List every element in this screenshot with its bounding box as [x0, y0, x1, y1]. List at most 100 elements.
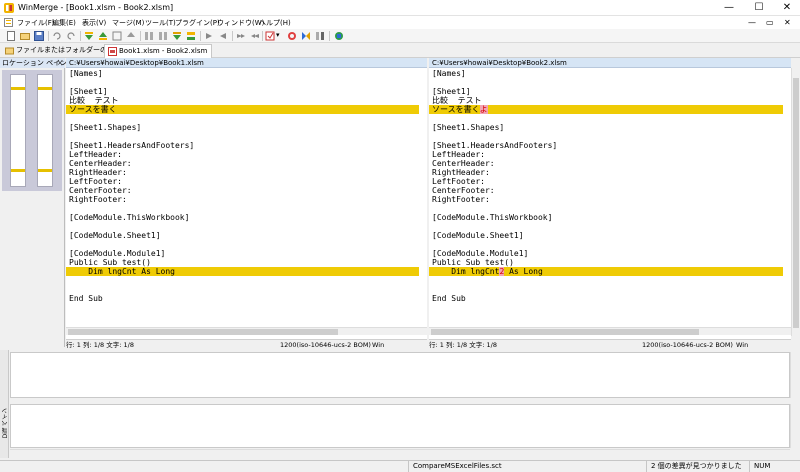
menu-edit[interactable]: 編集(E) — [52, 18, 76, 28]
code-line[interactable] — [66, 285, 419, 294]
next-diff-icon[interactable] — [84, 31, 94, 41]
diff-pane-right-view[interactable] — [10, 404, 790, 448]
code-line[interactable]: LeftFooter: — [66, 177, 419, 186]
code-line[interactable] — [429, 222, 783, 231]
plugin-icon[interactable] — [334, 31, 344, 41]
code-line[interactable] — [429, 204, 783, 213]
diff-pane-left-view[interactable] — [10, 352, 790, 398]
arrow-right-icon[interactable] — [204, 31, 214, 41]
location-overview[interactable] — [2, 70, 62, 191]
menu-view[interactable]: 表示(V) — [82, 18, 106, 28]
code-line[interactable] — [66, 240, 419, 249]
left-file-pane[interactable]: C:¥Users¥howai¥Desktop¥Book1.xlsm [Names… — [66, 58, 427, 347]
menu-file[interactable]: ファイル(F) — [17, 18, 55, 28]
code-line[interactable]: [Names] — [429, 69, 783, 78]
code-line[interactable]: Public Sub test() — [429, 258, 783, 267]
diff-line[interactable]: Dim lngCnt2 As Long — [429, 267, 783, 276]
prev-diff-icon[interactable] — [98, 31, 108, 41]
code-line[interactable]: [CodeModule.Module1] — [429, 249, 783, 258]
right-file-pane[interactable]: C:¥Users¥howai¥Desktop¥Book2.xlsm [Names… — [429, 58, 791, 347]
code-line[interactable] — [66, 222, 419, 231]
code-line[interactable]: LeftHeader: — [66, 150, 419, 159]
code-line[interactable] — [429, 132, 783, 141]
menu-tools[interactable]: ツール(T) — [145, 18, 176, 28]
code-line[interactable]: RightFooter: — [66, 195, 419, 204]
undo-icon[interactable] — [52, 31, 62, 41]
close-icon[interactable]: × — [57, 58, 63, 68]
document-icon[interactable] — [4, 18, 13, 27]
options-icon[interactable] — [265, 31, 275, 41]
code-line[interactable]: Public Sub test() — [66, 258, 419, 267]
last-diff-icon[interactable] — [172, 31, 182, 41]
code-line[interactable] — [429, 285, 783, 294]
diff-pane-scrollbar[interactable] — [790, 352, 799, 398]
code-line[interactable] — [429, 240, 783, 249]
diff-pane-scrollbar[interactable] — [790, 404, 799, 448]
scroll-thumb[interactable] — [431, 329, 699, 335]
code-line[interactable]: [CodeModule.Sheet1] — [66, 231, 419, 240]
new-file-icon[interactable] — [6, 31, 16, 41]
code-line[interactable]: [Sheet1.HeadersAndFooters] — [429, 141, 783, 150]
refresh-icon[interactable] — [287, 31, 297, 41]
menu-help[interactable]: ヘルプ(H) — [259, 18, 291, 28]
code-line[interactable]: [CodeModule.ThisWorkbook] — [429, 213, 783, 222]
code-line[interactable]: RightHeader: — [429, 168, 783, 177]
code-line[interactable]: End Sub — [429, 294, 783, 303]
code-line[interactable]: [CodeModule.ThisWorkbook] — [66, 213, 419, 222]
code-line[interactable]: CenterFooter: — [66, 186, 419, 195]
code-line[interactable]: [Sheet1] — [66, 87, 419, 96]
mdi-close-button[interactable]: ✕ — [784, 18, 791, 27]
diff-line[interactable]: ソースを書くよ — [429, 105, 783, 114]
vertical-scrollbar[interactable] — [791, 68, 799, 336]
mdi-restore-button[interactable]: ▭ — [766, 18, 774, 27]
code-line[interactable]: RightFooter: — [429, 195, 783, 204]
mdi-minimize-button[interactable]: — — [748, 18, 756, 27]
copy-all-left-icon[interactable] — [250, 31, 260, 41]
code-line[interactable]: CenterHeader: — [66, 159, 419, 168]
code-line[interactable] — [66, 204, 419, 213]
left-code-view[interactable]: [Names] [Sheet1] 比較 テスト ソースを書く [Sheet1.Shape… — [66, 69, 419, 303]
diff-pane-horizontal-scrollbar[interactable] — [10, 449, 790, 456]
right-code-view[interactable]: [Names] [Sheet1] 比較 テスト ソースを書くよ [Sheet1.Shap… — [429, 69, 783, 303]
compare-icon[interactable] — [301, 31, 311, 41]
menu-plugins[interactable]: プラグイン(P) — [175, 18, 220, 28]
current-diff-icon[interactable] — [112, 31, 122, 41]
first-diff-icon[interactable] — [126, 31, 136, 41]
code-line[interactable] — [429, 78, 783, 87]
code-line[interactable]: [Sheet1.HeadersAndFooters] — [66, 141, 419, 150]
code-line[interactable] — [66, 114, 419, 123]
code-line[interactable]: [CodeModule.Sheet1] — [429, 231, 783, 240]
code-line[interactable] — [429, 276, 783, 285]
menu-window[interactable]: ウィンドウ(W) — [217, 18, 264, 28]
redo-icon[interactable] — [66, 31, 76, 41]
code-line[interactable] — [66, 78, 419, 87]
code-line[interactable]: LeftHeader: — [429, 150, 783, 159]
code-line[interactable]: RightHeader: — [66, 168, 419, 177]
code-line[interactable] — [429, 114, 783, 123]
code-line[interactable]: [CodeModule.Module1] — [66, 249, 419, 258]
options-dropdown-icon[interactable]: ▾ — [276, 31, 280, 39]
open-folder-icon[interactable] — [20, 31, 30, 41]
copy-right-icon[interactable] — [144, 31, 154, 41]
minimize-button[interactable]: — — [718, 0, 740, 16]
code-line[interactable]: LeftFooter: — [429, 177, 783, 186]
close-button[interactable]: ✕ — [776, 0, 798, 16]
code-line[interactable]: 比較 テスト — [429, 96, 783, 105]
code-line[interactable]: [Sheet1.Shapes] — [429, 123, 783, 132]
save-icon[interactable] — [34, 31, 44, 41]
code-line[interactable]: [Names] — [66, 69, 419, 78]
copy-left-icon[interactable] — [158, 31, 168, 41]
tab-compare-book[interactable]: Book1.xlsm - Book2.xlsm — [104, 44, 213, 58]
code-line[interactable]: 比較 テスト — [66, 96, 419, 105]
right-horizontal-scrollbar[interactable] — [429, 327, 791, 335]
code-line[interactable] — [66, 132, 419, 141]
code-line[interactable] — [66, 276, 419, 285]
swap-icon[interactable] — [315, 31, 325, 41]
all-diff-icon[interactable] — [186, 31, 196, 41]
code-line[interactable]: [Sheet1.Shapes] — [66, 123, 419, 132]
diff-line[interactable]: ソースを書く — [66, 105, 419, 114]
maximize-button[interactable]: ☐ — [748, 0, 770, 16]
copy-all-right-icon[interactable] — [236, 31, 246, 41]
code-line[interactable]: [Sheet1] — [429, 87, 783, 96]
scroll-thumb[interactable] — [793, 78, 799, 328]
